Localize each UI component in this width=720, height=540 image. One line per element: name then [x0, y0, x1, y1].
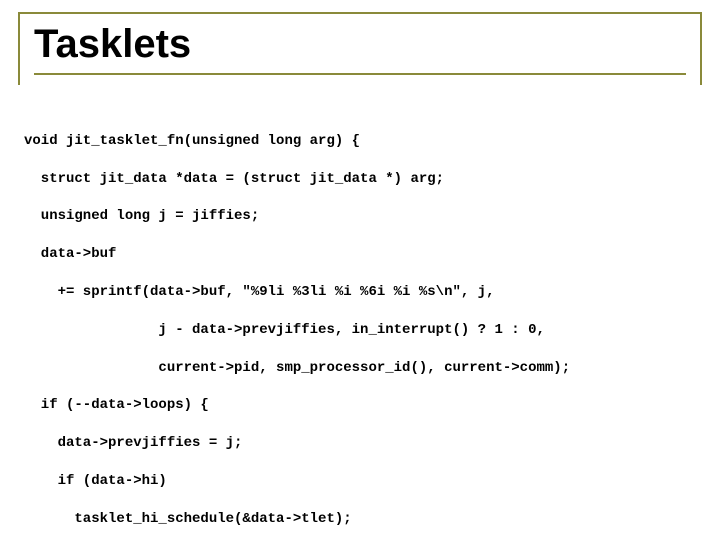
title-container: Tasklets: [18, 12, 702, 85]
slide: Tasklets void jit_tasklet_fn(unsigned lo…: [0, 0, 720, 540]
code-line: unsigned long j = jiffies;: [24, 207, 702, 226]
code-line: data->prevjiffies = j;: [24, 434, 702, 453]
code-line: current->pid, smp_processor_id(), curren…: [24, 359, 702, 378]
code-block: void jit_tasklet_fn(unsigned long arg) {…: [24, 113, 702, 540]
code-line: += sprintf(data->buf, "%9li %3li %i %6i …: [24, 283, 702, 302]
code-line: void jit_tasklet_fn(unsigned long arg) {: [24, 132, 702, 151]
code-line: if (--data->loops) {: [24, 396, 702, 415]
title-underline: Tasklets: [34, 20, 686, 75]
code-line: tasklet_hi_schedule(&data->tlet);: [24, 510, 702, 529]
code-line: if (data->hi): [24, 472, 702, 491]
code-line: struct jit_data *data = (struct jit_data…: [24, 170, 702, 189]
code-line: j - data->prevjiffies, in_interrupt() ? …: [24, 321, 702, 340]
code-line: data->buf: [24, 245, 702, 264]
page-title: Tasklets: [34, 20, 686, 73]
